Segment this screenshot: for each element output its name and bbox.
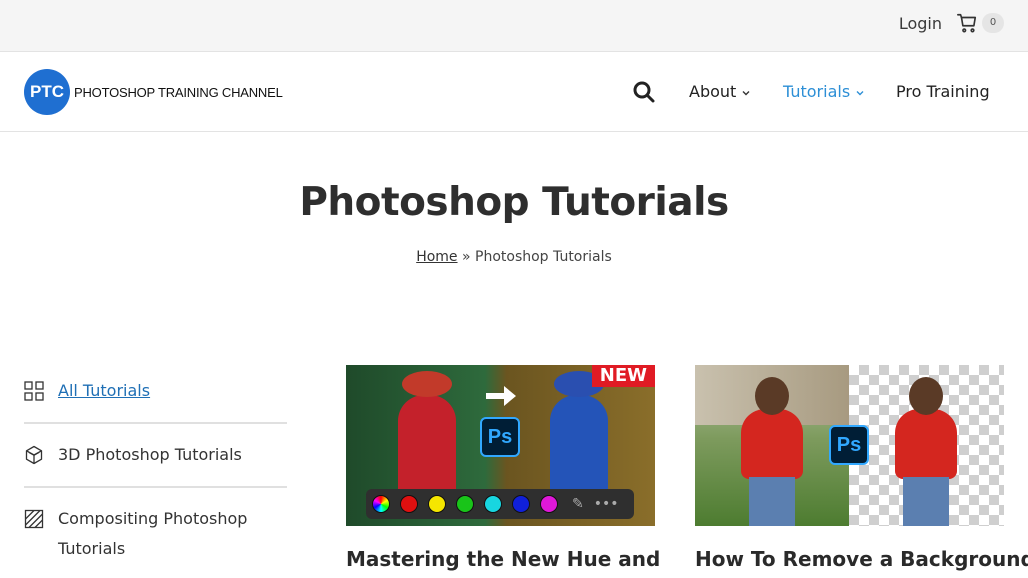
page-title: Photoshop Tutorials (299, 180, 729, 225)
photoshop-logo: Ps (480, 417, 520, 457)
breadcrumb: Home » Photoshop Tutorials (0, 249, 1028, 265)
nav-about[interactable]: About (689, 82, 751, 101)
compositing-icon (24, 509, 44, 529)
more-icon: ••• (593, 496, 619, 512)
sidebar-item-3d-tutorials[interactable]: 3D Photoshop Tutorials (24, 424, 287, 488)
nav-pro-training[interactable]: Pro Training (896, 82, 990, 101)
tutorial-card[interactable]: Ps How To Remove a Background (695, 365, 1028, 572)
chevron-down-icon (856, 90, 864, 95)
top-bar: Login 0 (0, 0, 1028, 52)
nav-tutorials[interactable]: Tutorials (783, 82, 865, 101)
cart-count-badge: 0 (982, 13, 1004, 33)
tutorial-thumbnail[interactable]: Ps (695, 365, 1004, 526)
nav-tutorials-label: Tutorials (783, 82, 851, 101)
eyedropper-icon: ✎ (572, 496, 584, 512)
site-logo[interactable]: PTC PHOTOSHOP TRAINING CHANNEL (24, 69, 283, 115)
nav-about-label: About (689, 82, 737, 101)
arrow-right-icon (486, 386, 516, 406)
category-sidebar: All Tutorials 3D Photoshop Tutorials Com… (24, 364, 287, 578)
logo-badge: PTC (24, 69, 70, 115)
color-palette-toolbar: ✎ ••• (366, 489, 634, 519)
cube-icon (25, 445, 43, 465)
photoshop-logo: Ps (829, 425, 869, 465)
cart-icon (957, 13, 977, 33)
logo-text: PHOTOSHOP TRAINING CHANNEL (74, 84, 283, 100)
sidebar-item-label: Compositing Photoshop Tutorials (58, 509, 248, 558)
chevron-down-icon (742, 90, 750, 95)
new-badge: NEW (591, 365, 655, 387)
cart-button[interactable]: 0 (956, 12, 1004, 34)
sidebar-item-all-tutorials[interactable]: All Tutorials (24, 364, 287, 424)
breadcrumb-separator: » (461, 249, 471, 265)
search-icon[interactable] (632, 80, 656, 104)
card-title[interactable]: How To Remove a Background (695, 546, 1028, 572)
tutorial-thumbnail[interactable]: Ps NEW ✎ ••• (346, 365, 655, 526)
login-link[interactable]: Login (899, 14, 942, 33)
sidebar-item-label: 3D Photoshop Tutorials (58, 445, 242, 464)
nav-pro-training-label: Pro Training (896, 82, 990, 101)
sidebar-item-compositing-tutorials[interactable]: Compositing Photoshop Tutorials (24, 488, 287, 578)
breadcrumb-home-link[interactable]: Home (416, 249, 457, 265)
tutorial-card[interactable]: Ps NEW ✎ ••• Mastering the New Hue and (346, 365, 660, 572)
grid-icon (24, 381, 44, 401)
breadcrumb-current: Photoshop Tutorials (475, 249, 612, 265)
sidebar-item-label: All Tutorials (58, 381, 151, 400)
site-header: PTC PHOTOSHOP TRAINING CHANNEL About Tut… (0, 52, 1028, 132)
card-title[interactable]: Mastering the New Hue and (346, 546, 660, 572)
